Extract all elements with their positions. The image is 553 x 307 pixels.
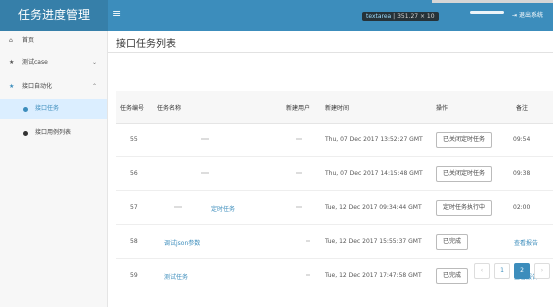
home-icon: ⌂	[9, 37, 13, 44]
pagination-next-button[interactable]: ›	[534, 263, 550, 279]
star-icon: ★	[9, 59, 15, 66]
task-time: Tue, 12 Dec 2017 15:55:37 GMT	[325, 238, 422, 245]
task-note: 09:54	[513, 136, 531, 143]
bullet-icon	[23, 107, 28, 112]
sidebar-item-api-automation[interactable]: ★ 接口自动化 ⌃	[0, 77, 107, 97]
task-note: 02:00	[513, 204, 531, 211]
table-row: 55 Thu, 07 Dec 2017 13:52:27 GMT 已关闭定时任务…	[116, 123, 553, 157]
task-note: 09:38	[513, 170, 531, 177]
user-redacted	[306, 240, 310, 242]
sidebar: ⌂ 首页 ★ 测试case ⌄ ★ 接口自动化 ⌃ 接口任务 接口用例列表	[0, 31, 108, 307]
task-name-redacted	[201, 172, 209, 174]
browser-strip	[432, 0, 553, 3]
bullet-icon	[23, 131, 28, 136]
task-name-redacted	[174, 206, 182, 208]
task-name-link[interactable]: 测试任务	[164, 272, 188, 281]
table-row: 58 调试json参数 Tue, 12 Dec 2017 15:55:37 GM…	[116, 225, 553, 259]
task-name-link[interactable]: 调试json参数	[164, 238, 200, 247]
pagination-page-1[interactable]: 1	[494, 263, 510, 279]
action-button[interactable]: 已完成	[436, 268, 469, 284]
task-time: Thu, 07 Dec 2017 14:15:48 GMT	[325, 170, 423, 177]
view-report-link[interactable]: 查看报告	[514, 238, 538, 247]
divider	[108, 52, 553, 53]
table-row: 56 Thu, 07 Dec 2017 14:15:48 GMT 已关闭定时任务…	[116, 157, 553, 191]
user-redacted	[306, 274, 310, 276]
table-header: 任务编号 任务名称 新建用户 新建时间 操作 备注	[116, 91, 553, 124]
action-button[interactable]: 定时任务执行中	[436, 200, 493, 216]
app-title: 任务进度管理	[0, 0, 108, 31]
sidebar-item-label: 首页	[22, 37, 35, 44]
sidebar-item-api-tasks[interactable]: 接口任务	[0, 99, 107, 119]
pagination-page-2[interactable]: 2	[514, 263, 530, 279]
sidebar-item-label: 接口自动化	[22, 83, 53, 90]
logout-label: 退出系统	[518, 12, 543, 19]
task-id: 56	[130, 170, 138, 177]
chevron-up-icon: ⌃	[91, 83, 97, 90]
top-header: 任务进度管理 ≡ textarea | 351.27 × 10 ⇥ 退出系统	[0, 0, 553, 31]
action-button[interactable]: 已完成	[436, 234, 469, 250]
menu-toggle-icon[interactable]: ≡	[112, 7, 121, 20]
column-header-user: 新建用户	[286, 105, 311, 112]
user-redacted	[296, 206, 302, 208]
sidebar-item-label: 接口任务	[35, 105, 60, 112]
pagination-prev-button[interactable]: ‹	[474, 263, 490, 279]
tooltip-key: textarea	[366, 13, 392, 20]
sidebar-item-home[interactable]: ⌂ 首页	[0, 31, 107, 51]
tooltip-value: 351.27 × 10	[397, 13, 435, 20]
main-content: 接口任务列表 任务编号 任务名称 新建用户 新建时间 操作 备注 55 Thu,…	[108, 31, 553, 307]
task-time: Tue, 12 Dec 2017 09:34:44 GMT	[325, 204, 422, 211]
task-id: 55	[130, 136, 138, 143]
task-name-link[interactable]: 定时任务	[211, 204, 235, 213]
user-name-redacted	[470, 11, 504, 14]
star-icon: ★	[9, 83, 15, 90]
logout-button[interactable]: ⇥ 退出系统	[512, 10, 543, 19]
table-row: 57 定时任务 Tue, 12 Dec 2017 09:34:44 GMT 定时…	[116, 191, 553, 225]
chevron-down-icon: ⌄	[91, 59, 97, 66]
user-redacted	[296, 138, 302, 140]
sidebar-item-label: 接口用例列表	[35, 129, 72, 136]
task-time: Tue, 12 Dec 2017 17:47:58 GMT	[325, 272, 422, 279]
column-header-time: 新建时间	[325, 105, 350, 112]
devtools-tooltip: textarea | 351.27 × 10	[362, 12, 439, 21]
action-button[interactable]: 已关闭定时任务	[436, 132, 493, 148]
page-title: 接口任务列表	[116, 39, 176, 50]
sidebar-item-test-case[interactable]: ★ 测试case ⌄	[0, 53, 107, 73]
sidebar-item-api-cases[interactable]: 接口用例列表	[0, 123, 107, 143]
task-id: 58	[130, 238, 138, 245]
task-id: 57	[130, 204, 138, 211]
column-header-id: 任务编号	[120, 105, 145, 112]
column-header-name: 任务名称	[157, 105, 182, 112]
task-time: Thu, 07 Dec 2017 13:52:27 GMT	[325, 136, 423, 143]
task-id: 59	[130, 272, 138, 279]
sidebar-item-label: 测试case	[22, 59, 48, 66]
logout-icon: ⇥	[512, 12, 518, 19]
column-header-action: 操作	[436, 105, 449, 112]
action-button[interactable]: 已关闭定时任务	[436, 166, 493, 182]
column-header-note: 备注	[516, 105, 529, 112]
user-redacted	[296, 172, 302, 174]
task-name-redacted	[201, 138, 209, 140]
